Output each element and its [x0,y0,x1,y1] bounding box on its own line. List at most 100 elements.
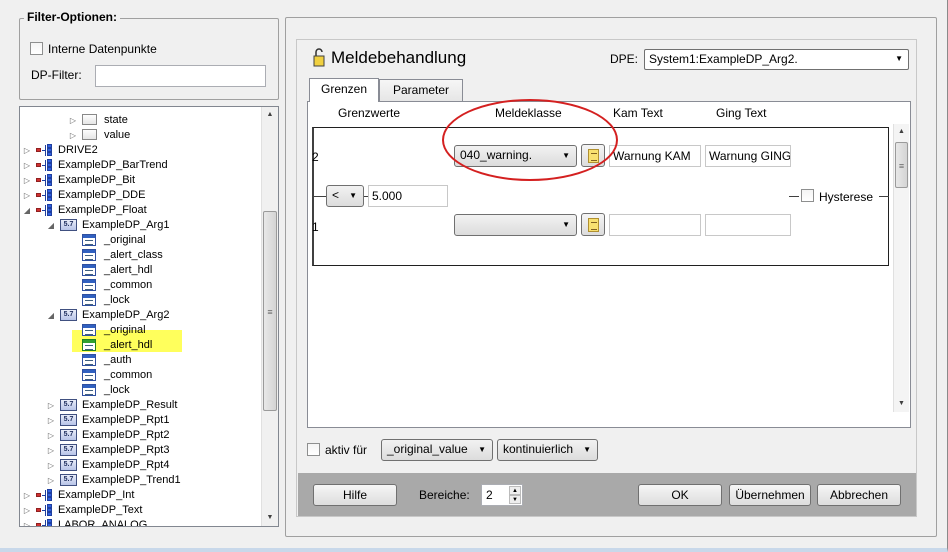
tree-item[interactable]: _common [20,368,260,383]
tree-scrollbar[interactable]: ▲ ≡ ▼ [261,107,278,526]
tree-expand-icon[interactable]: ▷ [22,518,32,526]
active-for-checkbox[interactable] [307,443,320,456]
tab-parameter[interactable]: Parameter [379,79,463,101]
tree-expand-icon[interactable]: ▷ [46,458,56,473]
tree-expand-icon[interactable]: ▷ [22,158,32,173]
ok-button[interactable]: OK [638,484,722,506]
tree-item[interactable]: ▷ state [20,113,260,128]
tree-item[interactable]: ▷ 5.7 ExampleDP_Trend1 [20,473,260,488]
spin-down-icon[interactable]: ▼ [509,495,521,504]
scroll-thumb[interactable]: ≡ [263,211,277,411]
tree-expand-icon[interactable]: ▷ [22,503,32,518]
tree-item[interactable]: ▷ ExampleDP_Int [20,488,260,503]
ranges-spinner[interactable]: 2 ▲ ▼ [481,484,523,506]
range-1-alert-class-select[interactable]: ▼ [454,214,577,236]
tree-item-label: ExampleDP_Bit [58,174,136,186]
tree-item[interactable]: _original [20,233,260,248]
config-icon [82,279,96,291]
tree-item-label: _common [104,279,153,291]
range-1-alert-class-button[interactable] [581,213,605,236]
float-element-icon: 5.7 [60,399,77,411]
tree-expand-icon[interactable]: ▷ [46,443,56,458]
tree-item[interactable]: ▷ value [20,128,260,143]
ranges-value: 2 [486,488,493,502]
spin-up-icon[interactable]: ▲ [509,486,521,495]
tree-expand-icon[interactable]: ▷ [46,398,56,413]
column-alert-class: Meldeklasse [495,106,562,120]
tree-item[interactable]: ▷ ExampleDP_DDE [20,188,260,203]
mode-value: kontinuierlich [503,442,574,456]
tree-expand-icon[interactable]: ▷ [46,428,56,443]
hysteresis-checkbox[interactable] [801,189,814,202]
tree-expand-icon[interactable]: ▷ [22,488,32,503]
tree-expand-icon[interactable]: ▷ [22,143,32,158]
range-2-alert-class-button[interactable] [581,144,605,167]
scroll-thumb[interactable]: ≡ [895,142,908,188]
tree-item[interactable]: ▷ ExampleDP_Text [20,503,260,518]
limit-value-field[interactable]: 5.000 [368,185,448,207]
tree-expand-icon[interactable]: ▷ [22,173,32,188]
tree-item[interactable]: _auth [20,353,260,368]
scroll-up-icon[interactable]: ▲ [262,107,278,123]
dpe-select[interactable]: System1:ExampleDP_Arg2. ▼ [644,49,909,70]
internal-dp-checkbox[interactable] [30,42,43,55]
tree-item[interactable]: _common [20,278,260,293]
tree-item[interactable]: _alert_class [20,248,260,263]
tree-item-label: ExampleDP_Int [58,489,135,501]
config-icon [82,249,96,261]
tree-item[interactable]: _original [20,323,260,338]
tree-item[interactable]: ▷ LABOR_ANALOG [20,518,260,526]
range-1-came-text-field[interactable] [609,214,701,236]
range-2-went-text-field[interactable]: Warnung GING [705,145,791,167]
apply-button[interactable]: Übernehmen [729,484,811,506]
tree-collapse-icon[interactable]: ◢ [46,308,56,323]
tree-expand-icon[interactable]: ▷ [46,473,56,488]
tree-item-label: _alert_hdl [104,264,153,276]
limit-operator-value: < [332,188,340,202]
folder-icon [82,129,97,140]
tree-item[interactable]: ◢ 5.7 ExampleDP_Arg2 [20,308,260,323]
tree-item[interactable]: ▷ 5.7 ExampleDP_Rpt2 [20,428,260,443]
tree-item[interactable]: ▷ 5.7 ExampleDP_Rpt3 [20,443,260,458]
tab-grenzen[interactable]: Grenzen [309,78,379,102]
range-1-index: 1 [312,220,319,234]
tree-collapse-icon[interactable]: ◢ [46,218,56,233]
tree-expand-icon[interactable]: ▷ [68,113,78,128]
tree-item-label: ExampleDP_Float [58,204,147,216]
limit-operator-select[interactable]: < ▼ [326,185,364,207]
tree-item[interactable]: ▷ 5.7 ExampleDP_Result [20,398,260,413]
cancel-button[interactable]: Abbrechen [817,484,901,506]
active-for-select[interactable]: _original_value ▼ [381,439,493,461]
scroll-up-icon[interactable]: ▲ [894,124,909,140]
tree-expand-icon[interactable]: ▷ [22,188,32,203]
tree-collapse-icon[interactable]: ◢ [22,203,32,218]
help-button[interactable]: Hilfe [313,484,397,506]
range-2-came-text-field[interactable]: Warnung KAM [609,145,701,167]
tree-item[interactable]: _alert_hdl [20,338,260,353]
tree-item[interactable]: ◢ ExampleDP_Float [20,203,260,218]
tree-item[interactable]: ▷ 5.7 ExampleDP_Rpt1 [20,413,260,428]
datapoint-tree[interactable]: ▷ state ▷ value ▷ DRIVE2 ▷ ExampleDP_BarTrend ▷ E… [19,106,279,527]
tree-expand-icon[interactable]: ▷ [68,128,78,143]
tree-expand-icon[interactable]: ▷ [46,413,56,428]
scroll-down-icon[interactable]: ▼ [894,396,909,412]
document-icon [588,218,599,232]
float-element-icon: 5.7 [60,474,77,486]
tree-item[interactable]: ▷ ExampleDP_BarTrend [20,158,260,173]
range-1-went-text-field[interactable] [705,214,791,236]
scroll-down-icon[interactable]: ▼ [262,510,278,526]
dp-filter-input[interactable] [95,65,266,87]
tree-item[interactable]: ▷ DRIVE2 [20,143,260,158]
ranges-scrollbar[interactable]: ▲ ≡ ▼ [893,124,909,412]
mode-select[interactable]: kontinuierlich ▼ [497,439,598,461]
tree-item[interactable]: _alert_hdl [20,263,260,278]
datapoint-icon [36,144,54,156]
tree-item[interactable]: ◢ 5.7 ExampleDP_Arg1 [20,218,260,233]
tree-item[interactable]: _lock [20,383,260,398]
tree-item-label: value [104,129,131,141]
tree-item[interactable]: ▷ 5.7 ExampleDP_Rpt4 [20,458,260,473]
tree-item[interactable]: _lock [20,293,260,308]
tree-item[interactable]: ▷ ExampleDP_Bit [20,173,260,188]
float-element-icon: 5.7 [60,414,77,426]
range-2-alert-class-select[interactable]: 040_warning. ▼ [454,145,577,167]
